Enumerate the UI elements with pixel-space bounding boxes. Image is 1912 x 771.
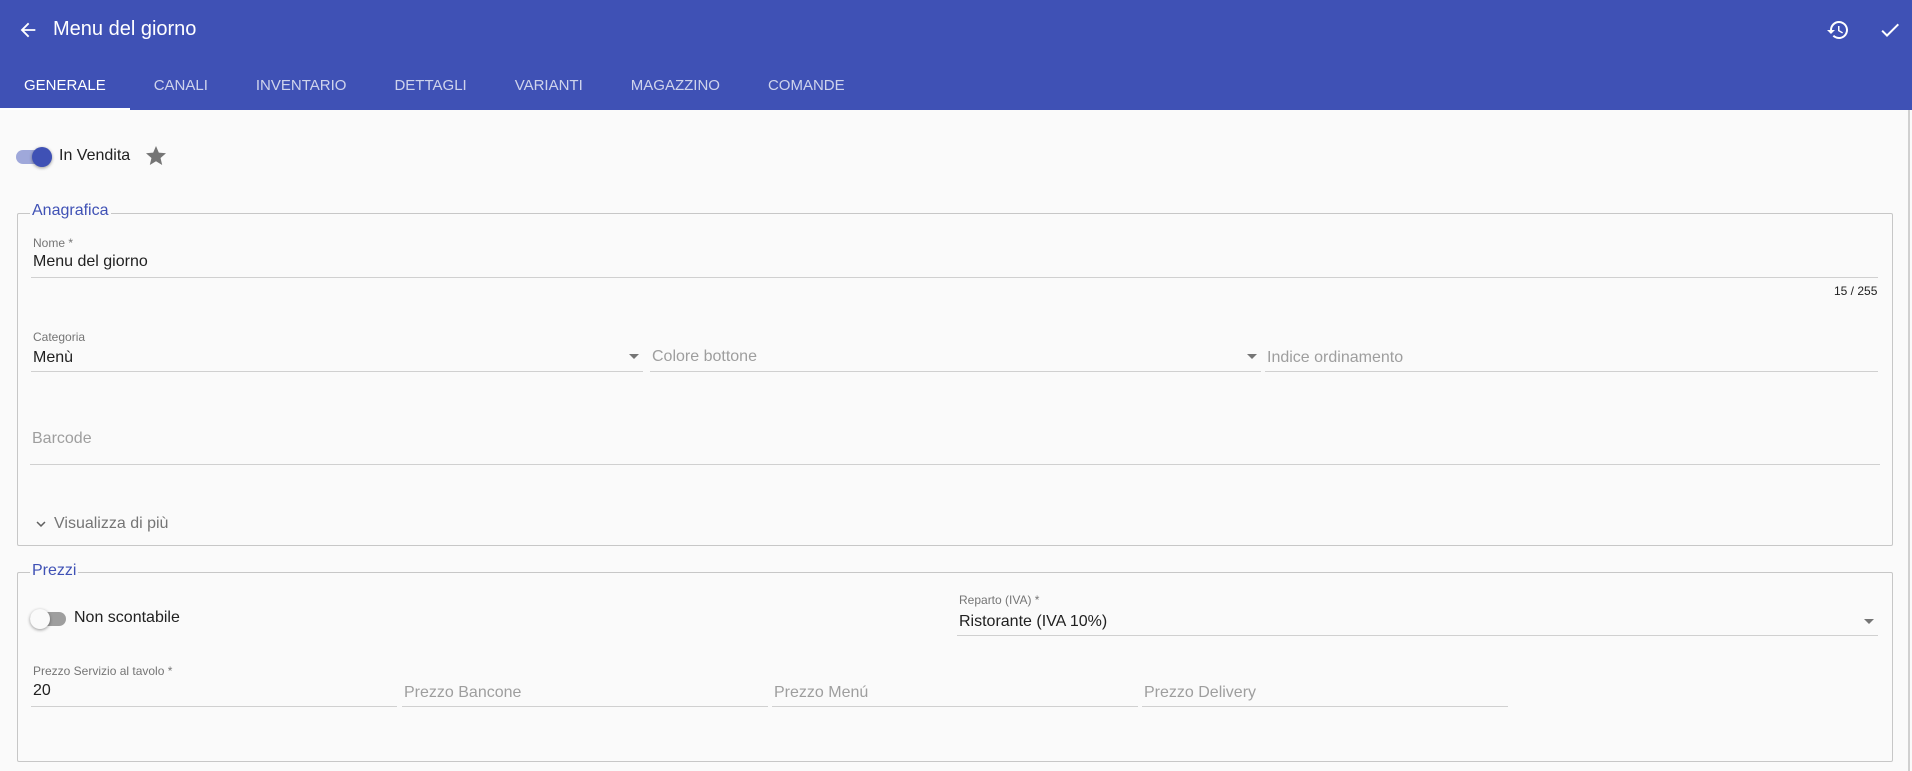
indice-ordinamento-placeholder: Indice ordinamento: [1267, 349, 1404, 366]
tab-canali[interactable]: CANALI: [130, 62, 232, 110]
non-scontabile-toggle[interactable]: [30, 609, 66, 629]
nome-label: Nome *: [33, 236, 74, 250]
back-button[interactable]: [12, 14, 44, 46]
tab-inventario[interactable]: INVENTARIO: [232, 62, 371, 110]
prezzo-servizio-label: Prezzo Servizio al tavolo *: [33, 664, 173, 678]
categoria-select[interactable]: Categoria Menù: [31, 330, 643, 372]
chevron-down-icon: [629, 354, 639, 359]
tab-generale[interactable]: GENERALE: [0, 62, 130, 110]
reparto-iva-label: Reparto (IVA) *: [959, 593, 1040, 607]
in-vendita-label: In Vendita: [59, 147, 131, 164]
tab-dettagli[interactable]: DETTAGLI: [370, 62, 490, 110]
categoria-value: Menù: [33, 349, 74, 366]
chevron-down-icon: [1247, 354, 1257, 359]
toggle-knob: [30, 609, 50, 629]
chevron-down-icon: [1864, 619, 1874, 624]
reparto-iva-value: Ristorante (IVA 10%): [959, 613, 1108, 630]
barcode-placeholder: Barcode: [32, 430, 92, 447]
categoria-label: Categoria: [33, 330, 86, 344]
prezzo-bancone-input[interactable]: Prezzo Bancone: [402, 663, 768, 707]
prezzo-servizio-value: 20: [33, 682, 51, 699]
scrollbar[interactable]: [1908, 110, 1910, 771]
prezzi-legend: Prezzi: [30, 562, 79, 580]
prezzo-menu-input[interactable]: Prezzo Menú: [772, 663, 1138, 707]
non-scontabile-label: Non scontabile: [74, 609, 180, 626]
tab-comande[interactable]: COMANDE: [744, 62, 869, 110]
toggle-knob: [32, 147, 52, 167]
indice-ordinamento-input[interactable]: Indice ordinamento: [1265, 330, 1878, 372]
chevron-down-icon: [36, 521, 46, 527]
reparto-iva-select[interactable]: Reparto (IVA) * Ristorante (IVA 10%): [957, 592, 1878, 636]
show-more-label: Visualizza di più: [54, 515, 169, 532]
prezzo-servizio-input[interactable]: Prezzo Servizio al tavolo * 20: [31, 663, 397, 707]
page-title: Menu del giorno: [53, 18, 197, 40]
app-toolbar: Menu del giorno GENERALE CANALI INVENTAR…: [0, 0, 1912, 110]
prezzo-menu-placeholder: Prezzo Menú: [774, 684, 869, 701]
tab-varianti[interactable]: VARIANTI: [491, 62, 607, 110]
confirm-button[interactable]: [1874, 14, 1906, 46]
show-more-button[interactable]: Visualizza di più: [32, 512, 168, 536]
tab-magazzino[interactable]: MAGAZZINO: [607, 62, 744, 110]
star-icon: [146, 146, 166, 165]
colore-bottone-placeholder: Colore bottone: [652, 348, 757, 365]
anagrafica-legend: Anagrafica: [30, 202, 111, 220]
in-vendita-toggle[interactable]: [16, 147, 52, 167]
history-icon: [1827, 21, 1848, 39]
nome-field[interactable]: Nome * Menu del giorno: [31, 236, 1878, 278]
history-button[interactable]: [1822, 14, 1854, 46]
prezzo-bancone-placeholder: Prezzo Bancone: [404, 684, 522, 701]
prezzo-delivery-placeholder: Prezzo Delivery: [1144, 684, 1257, 701]
favorite-star-button[interactable]: [144, 144, 168, 168]
arrow-left-icon: [20, 22, 36, 38]
prezzo-delivery-input[interactable]: Prezzo Delivery: [1142, 663, 1508, 707]
barcode-input[interactable]: Barcode: [30, 420, 1880, 465]
nome-value: Menu del giorno: [33, 253, 148, 270]
check-icon: [1881, 23, 1899, 37]
tab-bar: GENERALE CANALI INVENTARIO DETTAGLI VARI…: [0, 62, 869, 110]
nome-char-counter: 15 / 255: [1834, 284, 1878, 298]
colore-bottone-select[interactable]: Colore bottone: [650, 330, 1261, 372]
